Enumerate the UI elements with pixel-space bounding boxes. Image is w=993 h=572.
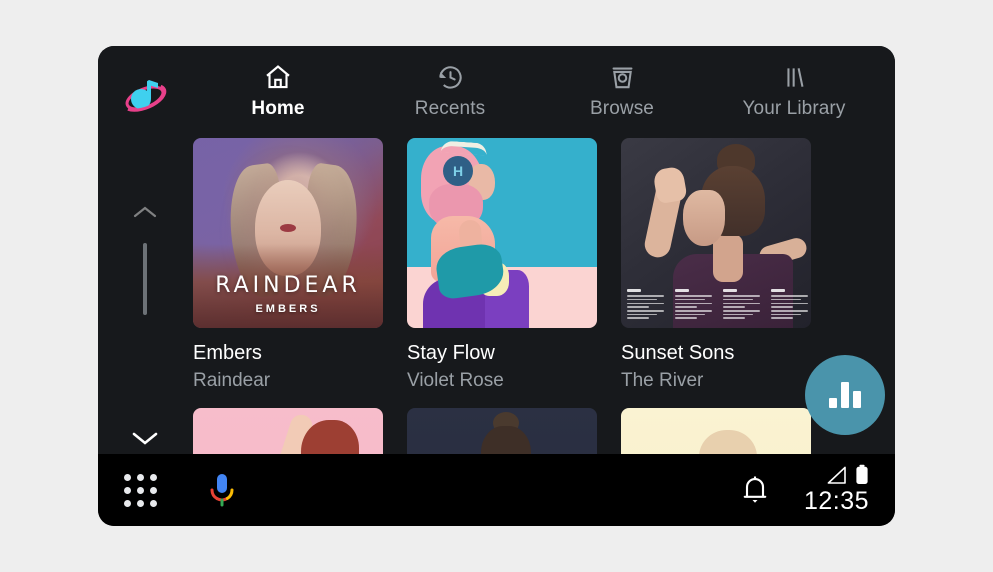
- app-grid-icon: [123, 473, 157, 507]
- artwork-subtitle-text: EMBERS: [255, 303, 321, 315]
- google-assistant-mic-icon: [210, 474, 234, 507]
- media-row-1: RAINDEAR EMBERS Embers Raindear H Stay F…: [192, 138, 895, 392]
- now-playing-fab[interactable]: [805, 355, 885, 435]
- media-card-stay-flow[interactable]: H Stay Flow Violet Rose: [407, 138, 597, 392]
- bell-icon: [743, 476, 767, 503]
- notifications-button[interactable]: [740, 473, 770, 507]
- library-icon: [780, 60, 809, 94]
- status-icons: [825, 464, 869, 485]
- nav-item-your-library[interactable]: Your Library: [708, 60, 880, 120]
- media-card-title: Sunset Sons: [621, 342, 735, 364]
- app-grid-button[interactable]: [98, 473, 182, 507]
- nav-item-recents[interactable]: Recents: [364, 60, 536, 120]
- device-screen: Home Recents Browse Your Library RAINDEA…: [98, 46, 895, 526]
- system-bar: 12:35: [98, 454, 895, 526]
- history-icon: [436, 60, 465, 94]
- status-cluster: 12:35: [803, 464, 869, 516]
- media-card-embers[interactable]: RAINDEAR EMBERS Embers Raindear: [193, 138, 383, 392]
- media-card-subtitle: Raindear: [193, 370, 271, 391]
- headphone-cup-label: H: [443, 156, 473, 186]
- media-grid: RAINDEAR EMBERS Embers Raindear H Stay F…: [192, 138, 895, 500]
- nav-item-list: Home Recents Browse Your Library: [192, 46, 895, 120]
- album-artwork-stay-flow[interactable]: H: [407, 138, 597, 328]
- nav-item-home[interactable]: Home: [192, 60, 364, 120]
- chevron-up-icon[interactable]: [132, 204, 158, 225]
- nav-item-recents-label: Recents: [414, 98, 486, 119]
- artwork-title-text: RAINDEAR: [215, 273, 361, 298]
- album-artwork-sunset-sons[interactable]: [621, 138, 811, 328]
- media-card-title: Embers: [193, 342, 262, 364]
- media-card-sunset-sons[interactable]: Sunset Sons The River: [621, 138, 811, 392]
- nav-item-browse-label: Browse: [590, 98, 654, 119]
- scrollbar-thumb[interactable]: [143, 243, 147, 315]
- signal-triangle-icon: [827, 466, 846, 484]
- nav-item-browse[interactable]: Browse: [536, 60, 708, 120]
- assistant-button[interactable]: [182, 470, 262, 510]
- scroll-rail: [98, 138, 192, 500]
- equalizer-icon: [829, 382, 861, 408]
- album-artwork-embers[interactable]: RAINDEAR EMBERS: [193, 138, 383, 328]
- media-card-subtitle: The River: [621, 370, 704, 391]
- nav-item-home-label: Home: [251, 98, 305, 119]
- media-card-title: Stay Flow: [407, 342, 495, 364]
- system-clock: 12:35: [803, 486, 869, 515]
- artwork-text-columns: [627, 289, 808, 321]
- nav-item-your-library-label: Your Library: [742, 98, 846, 119]
- top-navigation-bar: Home Recents Browse Your Library: [98, 46, 895, 138]
- media-card-subtitle: Violet Rose: [407, 370, 504, 391]
- battery-full-icon: [856, 464, 868, 484]
- browse-icon: [608, 60, 637, 94]
- app-logo[interactable]: [98, 46, 192, 138]
- chevron-down-icon[interactable]: [130, 429, 160, 452]
- music-note-orbit-logo-icon: [125, 80, 167, 112]
- home-icon: [263, 60, 293, 94]
